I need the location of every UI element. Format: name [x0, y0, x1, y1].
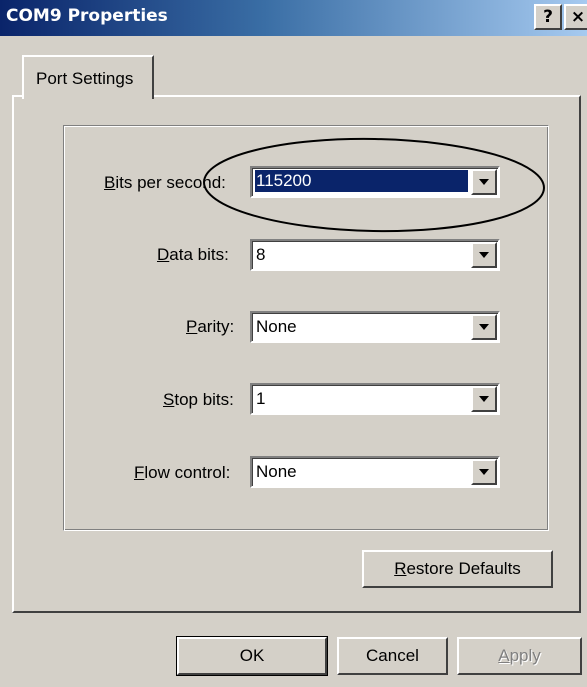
restore-defaults-button[interactable]: Restore Defaults	[362, 550, 553, 588]
flow-control-value: None	[256, 462, 297, 481]
tab-label: Port Settings	[36, 69, 134, 88]
bits-per-second-select[interactable]: 115200	[250, 166, 500, 198]
close-icon[interactable]: ×	[564, 4, 587, 30]
parity-select[interactable]: None	[250, 311, 500, 343]
stop-bits-value: 1	[256, 389, 266, 408]
flow-control-label: Flow control:	[134, 463, 231, 482]
chevron-down-icon[interactable]	[471, 314, 497, 340]
ok-button[interactable]: OK	[176, 636, 328, 676]
bits-per-second-value: 115200	[255, 170, 468, 192]
help-icon[interactable]: ?	[534, 4, 562, 30]
apply-button[interactable]: Apply	[457, 637, 582, 675]
parity-label: Parity:	[186, 317, 235, 336]
data-bits-label: Data bits:	[157, 245, 229, 264]
stop-bits-label: Stop bits:	[163, 390, 234, 409]
stop-bits-select[interactable]: 1	[250, 383, 500, 415]
flow-control-select[interactable]: None	[250, 456, 500, 488]
bits-per-second-label: Bits per second:	[104, 173, 226, 192]
data-bits-value: 8	[256, 245, 266, 264]
title-bar[interactable]: COM9 Properties ? ×	[0, 0, 587, 36]
tab-port-settings[interactable]: Port Settings	[22, 55, 154, 99]
cancel-button[interactable]: Cancel	[337, 637, 448, 675]
chevron-down-icon[interactable]	[471, 459, 497, 485]
chevron-down-icon[interactable]	[471, 169, 497, 195]
chevron-down-icon[interactable]	[471, 242, 497, 268]
parity-value: None	[256, 317, 297, 336]
data-bits-select[interactable]: 8	[250, 239, 500, 271]
properties-dialog: COM9 Properties ? × Port Settings Bits p…	[0, 0, 587, 687]
window-title: COM9 Properties	[6, 6, 168, 26]
chevron-down-icon[interactable]	[471, 386, 497, 412]
